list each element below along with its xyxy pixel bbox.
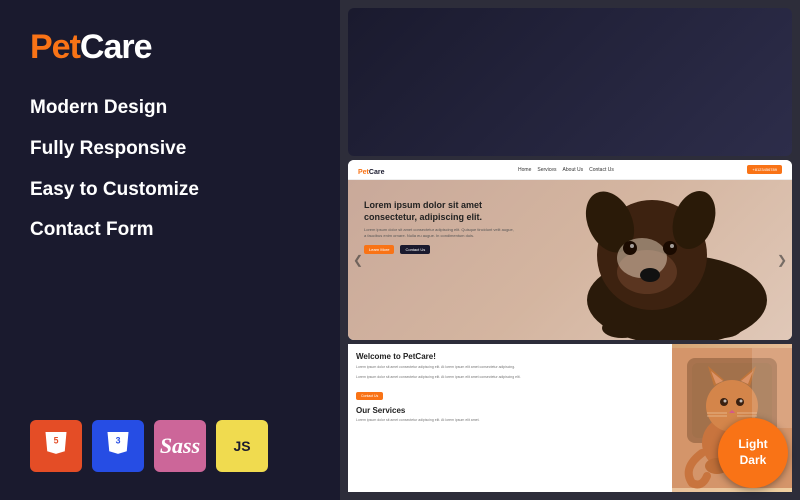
preview-light-theme: PetCare Home Services About Us Contact U… [348, 160, 792, 340]
light-hero: Lorem ipsum dolor sit amet consectetur, … [348, 180, 792, 340]
sass-label: Sass [160, 433, 200, 459]
black-dog-area [562, 180, 792, 340]
sass-badge: Sass [154, 420, 206, 472]
theme-badge[interactable]: Light Dark [718, 418, 788, 488]
js-label: JS [233, 438, 250, 454]
light-hero-buttons: Learn More Contact Us [364, 245, 514, 254]
services-text: Lorem ipsum dolor sit amet consectetur a… [356, 418, 660, 423]
feature-modern-design: Modern Design [30, 97, 310, 120]
light-nav-logo: PetCare [358, 161, 384, 179]
light-hero-text: Lorem ipsum dolor sit amet consectetur a… [364, 227, 514, 239]
light-hero-content: Lorem ipsum dolor sit amet consectetur, … [364, 200, 514, 254]
welcome-text-1: Lorem ipsum dolor sit amet consectetur a… [356, 365, 660, 371]
feature-contact-form: Contact Form [30, 219, 310, 242]
logo-care: Care [80, 28, 152, 66]
light-nav: PetCare Home Services About Us Contact U… [348, 160, 792, 180]
svg-text:5: 5 [54, 435, 59, 445]
welcome-section: Welcome to PetCare! Lorem ipsum dolor si… [348, 344, 668, 492]
js-badge: JS [216, 420, 268, 472]
right-panel: PetCare Home Services About Us Contact U… [340, 0, 800, 500]
svg-text:3: 3 [116, 435, 121, 445]
light-nav-phone: +8123456789 [747, 165, 782, 174]
theme-badge-text: Light Dark [738, 437, 767, 468]
learn-more-btn[interactable]: Learn More [364, 245, 394, 254]
logo-pet: Pet [30, 28, 80, 66]
features-list: Modern Design Fully Responsive Easy to C… [30, 97, 310, 260]
light-nav-links: Home Services About Us Contact Us [518, 167, 614, 173]
welcome-text-2: Lorem ipsum dolor sit amet consectetur a… [356, 375, 660, 381]
tech-icons: 5 HTML 3 CSS Sass JS [30, 420, 310, 472]
css3-icon: 3 CSS [104, 432, 132, 460]
left-panel: PetCare Modern Design Fully Responsive E… [0, 0, 340, 500]
logo: PetCare [30, 28, 310, 67]
svg-text:HTML: HTML [48, 446, 65, 453]
light-prev-arrow[interactable]: ❮ [353, 253, 363, 267]
contact-us-btn[interactable]: Contact Us [400, 245, 430, 254]
feature-easy-customize: Easy to Customize [30, 179, 310, 202]
welcome-title: Welcome to PetCare! [356, 352, 660, 361]
services-title: Our Services [356, 406, 660, 415]
black-dog-image [562, 180, 792, 340]
light-next-arrow[interactable]: ❯ [777, 253, 787, 267]
css3-badge: 3 CSS [92, 420, 144, 472]
svg-text:CSS: CSS [112, 446, 125, 453]
light-hero-title: Lorem ipsum dolor sit amet consectetur, … [364, 200, 514, 223]
preview-dark-theme: PetCare Home Services About Us Contact U… [348, 8, 792, 156]
html5-icon: 5 HTML [42, 432, 70, 460]
html5-badge: 5 HTML [30, 420, 82, 472]
feature-fully-responsive: Fully Responsive [30, 138, 310, 161]
welcome-contact-btn[interactable]: Contact Us [356, 392, 383, 400]
